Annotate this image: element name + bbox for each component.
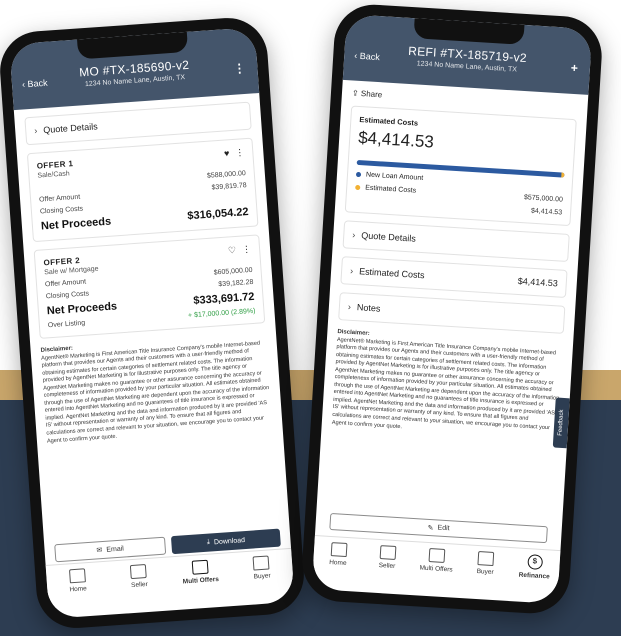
tab-label: Seller [130,580,149,590]
offer-title: OFFER 1 [36,159,74,171]
main-content: › Quote Details OFFER 1 Sale/Cash ♥ ⋮ $5… [14,93,283,454]
disclaimer-title: Disclaimer: [337,329,370,338]
chevron-right-icon: › [347,301,352,312]
phone-mockup-left: ‹ Back MO #TX-185690-v2 1234 No Name Lan… [0,15,307,631]
tab-multi-offers[interactable]: Multi Offers [176,559,224,586]
notes-label: Notes [356,302,381,314]
legend-dot-icon [355,171,362,178]
estimated-costs-summary-card: Estimated Costs $4,414.53 New Loan Amoun… [344,105,577,227]
home-icon [68,568,86,584]
multi-offers-icon [191,559,209,575]
quote-details-label: Quote Details [42,121,99,136]
tab-label: Multi Offers [182,575,220,586]
buyer-house-icon [252,555,270,571]
email-label: Email [106,545,125,554]
net-proceeds-value: $316,054.22 [187,206,249,223]
closing-costs-label: Closing Costs [45,290,90,301]
pencil-icon: ✎ [427,524,434,532]
offer-amount-value: $605,000.00 [213,266,253,277]
tab-buyer[interactable]: Buyer [462,550,509,577]
main-content: ⇪ Share Estimated Costs $4,414.53 New Lo… [321,80,588,449]
chevron-right-icon: › [349,265,354,276]
offer-card[interactable]: OFFER 2 Sale w/ Mortgage ♡ ⋮ Offer Amoun… [33,234,266,339]
phone-screen-right: ‹ Back REFI #TX-185719-v2 1234 No Name L… [311,14,593,604]
mail-icon: ✉ [96,547,103,555]
download-label: Download [213,536,246,546]
heart-filled-icon[interactable]: ♥ [224,148,230,159]
estimated-costs-value: $4,414.53 [517,275,559,289]
edit-label: Edit [437,524,450,533]
tab-label: Refinance [518,571,550,581]
tab-refinance[interactable]: Refinance [511,553,558,581]
tab-label: Home [329,558,347,568]
notes-card[interactable]: › Notes [338,292,566,334]
legend-label: New Loan Amount [365,171,424,182]
buyer-house-icon [477,551,495,567]
offer-amount-value: $39,819.78 [211,182,247,192]
feedback-tab[interactable]: Feedback [552,397,570,449]
heart-outline-icon[interactable]: ♡ [228,245,237,257]
more-menu-icon[interactable]: ⋮ [233,61,246,76]
legend-value: $575,000.00 [523,194,564,204]
refinance-dollar-icon [527,554,543,570]
share-icon: ⇪ [351,88,359,98]
tab-label: Buyer [476,568,494,577]
add-icon[interactable]: + [571,61,579,75]
legend-label: Estimated Costs [365,184,417,195]
quote-details-card[interactable]: › Quote Details [24,101,252,146]
tab-label: Home [69,585,88,594]
disclaimer: Disclaimer: AgentNet® Marketing is First… [332,328,564,441]
net-proceeds-label: Net Proceeds [40,215,112,233]
chevron-right-icon: › [33,125,38,136]
phone-screen-left: ‹ Back MO #TX-185690-v2 1234 No Name Lan… [9,27,295,619]
tab-label: Seller [378,562,396,571]
share-label: Share [360,89,383,100]
legend-value: $4,414.53 [530,207,563,217]
tab-home[interactable]: Home [315,541,362,568]
tab-seller[interactable]: Seller [115,563,163,590]
closing-costs-label: Closing Costs [39,205,84,216]
estimated-costs-card[interactable]: › Estimated Costs $4,414.53 [340,256,568,298]
offer-amount-label: Offer Amount [38,193,81,204]
offer-amount-label: Offer Amount [44,278,87,289]
net-proceeds-label: Net Proceeds [46,300,118,318]
seller-sign-icon [379,545,397,561]
tab-home[interactable]: Home [54,567,102,594]
more-menu-icon[interactable]: ⋮ [242,244,252,256]
download-icon: ⤓ [206,538,211,546]
tab-multi-offers[interactable]: Multi Offers [413,547,460,574]
quote-details-label: Quote Details [361,230,417,244]
tab-seller[interactable]: Seller [364,544,411,571]
offer-subtitle: Sale/Cash [37,170,70,180]
closing-costs-value: $39,182.28 [218,278,254,289]
home-icon [330,542,348,558]
tab-label: Multi Offers [419,564,453,574]
disclaimer-title: Disclaimer: [40,345,74,354]
over-listing-value: + $17,000.00 (2.89%) [187,307,256,320]
offer-card[interactable]: OFFER 1 Sale/Cash ♥ ⋮ $588,000.00 Offer … [26,137,259,243]
over-listing-label: Over Listing [47,319,86,330]
bottom-tab-bar: Home Seller Multi Offers Buyer Refinance [312,535,561,594]
phone-mockup-right: ‹ Back REFI #TX-185719-v2 1234 No Name L… [299,2,605,616]
disclaimer: Disclaimer: AgentNet® Marketing is First… [40,331,272,446]
legend-dot-icon [355,184,361,191]
estimated-costs-label: Estimated Costs [358,266,425,281]
multi-offers-icon [428,548,446,564]
net-proceeds-value: $333,691.72 [192,290,255,308]
more-menu-icon[interactable]: ⋮ [235,147,245,159]
quote-details-card[interactable]: › Quote Details [342,220,570,262]
seller-sign-icon [130,564,148,580]
tab-buyer[interactable]: Buyer [238,554,286,581]
chevron-right-icon: › [352,229,356,240]
disclaimer-text: AgentNet® Marketing is First American Ti… [331,336,560,432]
tab-label: Buyer [253,572,271,581]
estimated-costs-segment [561,172,565,178]
offer-subtitle: Sale w/ Mortgage [43,265,99,277]
disclaimer-text: AgentNet® Marketing is First American Ti… [40,340,270,445]
offer-top-value: $588,000.00 [206,170,247,180]
